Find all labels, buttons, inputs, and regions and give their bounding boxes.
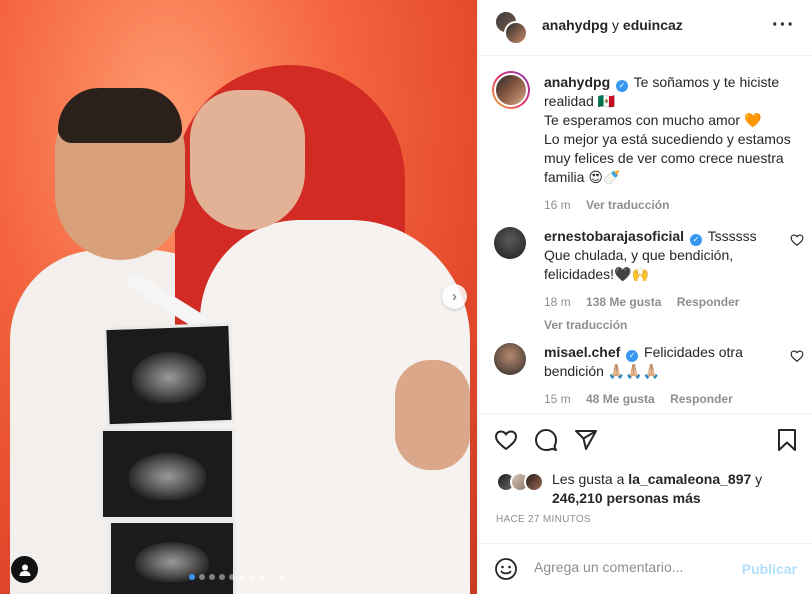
avatar [524, 472, 544, 492]
avatar [504, 21, 528, 45]
caption-line-2: Te esperamos con mucho amor 🧡 [544, 112, 762, 128]
post-header: anahydpg y eduincaz ··· [478, 0, 812, 56]
post-actions: Les gusta a la_camaleona_897 y 246,210 p… [478, 413, 812, 543]
share-send-icon[interactable] [574, 428, 598, 452]
caption-username[interactable]: anahydpg [544, 74, 610, 90]
comment-reply-button[interactable]: Responder [670, 392, 733, 406]
verified-badge-icon: ✓ [626, 350, 639, 362]
comment-bubble-icon[interactable] [534, 428, 558, 452]
likes-count-link[interactable]: 246,210 personas más [552, 490, 701, 506]
emoji-icon[interactable] [494, 557, 518, 581]
photo-ultrasound-1 [103, 322, 235, 428]
author-avatars[interactable] [494, 10, 530, 46]
likes-connector: y [755, 471, 763, 487]
post-side-panel: anahydpg y eduincaz ··· anahydpg ✓ Te so… [477, 0, 812, 594]
carousel-dot [249, 574, 255, 580]
carousel-dot [269, 574, 275, 580]
carousel-dot [209, 574, 215, 580]
verified-badge-icon: ✓ [689, 234, 702, 246]
carousel-dot [219, 574, 225, 580]
photo-figure-man-hair [58, 88, 182, 143]
likers-avatars[interactable] [496, 472, 548, 494]
comment-avatar[interactable] [494, 343, 526, 375]
save-button[interactable] [777, 428, 797, 452]
comment-time[interactable]: 18 m [544, 295, 571, 309]
like-heart-icon[interactable] [494, 428, 518, 452]
post-authors: anahydpg y eduincaz [542, 17, 683, 33]
authors-connector: y [612, 17, 620, 33]
comment-likes[interactable]: 48 Me gusta [586, 392, 655, 406]
caption-avatar[interactable] [492, 71, 530, 109]
carousel-next-button[interactable]: › [442, 284, 467, 309]
tagged-users-button[interactable] [11, 556, 38, 583]
comment-username[interactable]: misael.chef [544, 344, 620, 360]
chevron-right-icon: › [452, 288, 457, 305]
comment-like-heart-icon[interactable] [790, 233, 804, 247]
post-photo[interactable]: › [0, 0, 477, 594]
comments-list[interactable]: anahydpg ✓ Te soñamos y te hiciste reali… [478, 57, 812, 413]
author-link-1[interactable]: anahydpg [542, 17, 608, 33]
comment-input[interactable] [534, 559, 734, 575]
bookmark-icon [778, 429, 796, 451]
carousel-dot [279, 574, 285, 580]
comment-translate-link[interactable]: Ver traducción [544, 318, 627, 332]
carousel-dot [189, 574, 195, 580]
comment-time[interactable]: 15 m [544, 392, 571, 406]
photo-ultrasound-2 [100, 428, 235, 520]
comment-likes[interactable]: 138 Me gusta [586, 295, 661, 309]
likes-prefix: Les gusta a [552, 471, 625, 487]
more-horizontal-icon: ··· [772, 14, 795, 36]
carousel-dot [229, 574, 235, 580]
author-link-2[interactable]: eduincaz [623, 17, 683, 33]
liker-username-link[interactable]: la_camaleona_897 [628, 471, 751, 487]
more-options-button[interactable]: ··· [772, 14, 795, 37]
photo-figure-woman-face [190, 90, 305, 230]
caption-time[interactable]: 16 m [544, 198, 571, 212]
publish-button[interactable]: Publicar [742, 561, 797, 577]
carousel-indicator [189, 574, 285, 580]
caption-line-3: Lo mejor ya está sucediendo y estamos mu… [544, 131, 791, 185]
user-icon [19, 564, 30, 576]
post-timestamp[interactable]: HACE 27 MINUTOS [496, 514, 591, 525]
post-modal: › anahydpg y eduincaz ··· anahydpg ✓ Te … [0, 0, 812, 594]
photo-figure-arm [395, 360, 470, 470]
caption-translate-link[interactable]: Ver traducción [586, 198, 669, 212]
add-comment-bar: Publicar [478, 543, 812, 594]
photo-ultrasound-3 [108, 520, 236, 594]
comment-like-heart-icon[interactable] [790, 349, 804, 363]
carousel-dot [239, 574, 245, 580]
comment-avatar[interactable] [494, 227, 526, 259]
carousel-dot [259, 574, 265, 580]
verified-badge-icon: ✓ [616, 80, 629, 92]
comment-username[interactable]: ernestobarajasoficial [544, 228, 684, 244]
comment-reply-button[interactable]: Responder [677, 295, 740, 309]
carousel-dot [199, 574, 205, 580]
